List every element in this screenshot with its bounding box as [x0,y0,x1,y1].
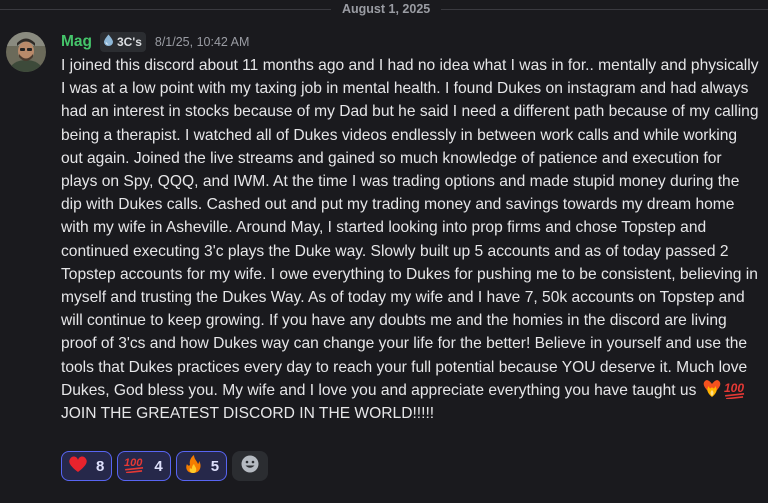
avatar[interactable] [6,32,46,72]
author-name[interactable]: Mag [61,33,92,51]
message-text: I joined this discord about 11 months ag… [61,57,759,399]
message-header: Mag 3C's 8/1/25, 10:42 AM [61,32,761,52]
svg-text:100: 100 [724,381,744,395]
drop-icon [103,33,114,51]
reaction-count: 4 [154,457,163,475]
red-heart-emoji [68,455,88,478]
hundred-points-emoji[interactable]: 100 [723,379,745,400]
smiley-add-reaction-icon [240,454,260,479]
heart-on-fire-emoji[interactable] [701,379,723,399]
reactions-bar: 8 100 4 5 [61,451,269,481]
reaction-fire[interactable]: 5 [175,451,228,481]
date-divider-label: August 1, 2025 [331,1,442,17]
fire-emoji [183,454,203,479]
message-timestamp[interactable]: 8/1/25, 10:42 AM [155,35,250,49]
reaction-hundred-points[interactable]: 100 4 [117,451,171,481]
message-content: I joined this discord about 11 months ag… [61,54,761,425]
svg-text:100: 100 [124,457,143,469]
message: Mag 3C's 8/1/25, 10:42 AM I joined this … [61,32,761,425]
reaction-count: 8 [96,457,105,475]
reaction-red-heart[interactable]: 8 [61,451,113,481]
hundred-points-emoji: 100 [124,455,146,478]
reaction-count: 5 [210,457,220,475]
message-text-tail: JOIN THE GREATEST DISCORD IN THE WORLD!!… [61,405,435,423]
guild-tag-label: 3C's [117,35,142,49]
guild-tag[interactable]: 3C's [100,32,146,52]
add-reaction-button[interactable] [232,451,269,481]
